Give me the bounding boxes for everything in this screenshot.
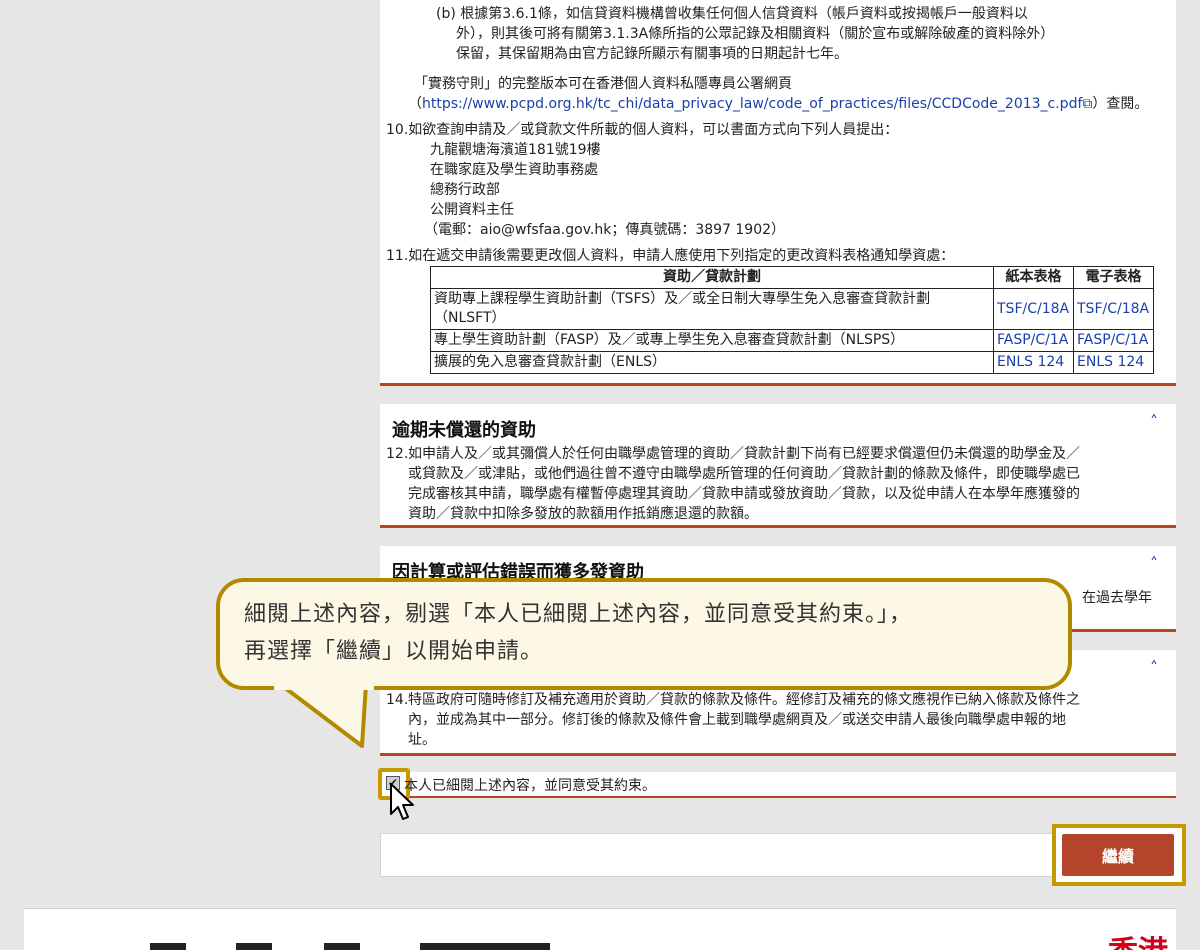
continue-button[interactable]: 繼續 bbox=[1062, 834, 1174, 876]
instruction-line-1: 細閱上述內容，剔選「本人已細閱上述內容，並同意受其約束。」， bbox=[244, 602, 913, 627]
item-b-line3: 保留，其保留期為由官方記錄所顯示有關事項的日期起計七年。 bbox=[456, 46, 848, 62]
table-header-row: 資助／貸款計劃 紙本表格 電子表格 bbox=[430, 266, 1154, 289]
item-number: 14. bbox=[386, 692, 409, 708]
mouse-cursor-icon bbox=[390, 783, 414, 820]
address-line-2: 在職家庭及學生資助事務處 bbox=[430, 162, 598, 178]
footer: 香港 bbox=[24, 908, 1176, 950]
hong-kong-logo: 香港 bbox=[1108, 927, 1168, 950]
collapse-chevron-icon[interactable]: ˄ bbox=[1150, 554, 1158, 573]
electronic-form-link[interactable]: FASP/C/1A bbox=[1073, 329, 1154, 352]
footer-logo-fragment bbox=[236, 943, 272, 950]
paper-form-link[interactable]: TSF/C/18A bbox=[993, 288, 1074, 330]
overdue-section-body: 12.如申請人及／或其彌償人於任何由職學處管理的資助／貸款計劃下尚有已經要求償還… bbox=[386, 444, 1162, 524]
paper-form-link[interactable]: FASP/C/1A bbox=[993, 329, 1074, 352]
address-line-3: 總務行政部 bbox=[430, 182, 500, 198]
scheme-cell: 資助專上課程學生資助計劃（TSFS）及／或全日制大專學生免入息審查貸款計劃（NL… bbox=[430, 288, 994, 330]
scheme-cell: 擴展的免入息審查貸款計劃（ENLS） bbox=[430, 351, 994, 374]
table-row: 擴展的免入息審查貸款計劃（ENLS） ENLS 124 ENLS 124 bbox=[430, 351, 1154, 374]
amendment-line-3: 址。 bbox=[408, 732, 436, 748]
overpayment-partial-text: 在過去學年 bbox=[1082, 590, 1152, 606]
amendment-line-2: 內，並成為其中一部分。修訂後的條款及條件會上載到職學處網頁及／或送交申請人最後向… bbox=[408, 712, 1066, 728]
table-row: 資助專上課程學生資助計劃（TSFS）及／或全日制大專學生免入息審查貸款計劃（NL… bbox=[430, 288, 1154, 330]
item-b-line1: (b) 根據第3.6.1條，如信貸資料機構曾收集任何個人信貸資料（帳戶資料或按揭… bbox=[436, 6, 1028, 22]
overdue-line-2: 或貸款及／或津貼，或他們過往曾不遵守由職學處所管理的任何資助／貸款計劃的條款及條… bbox=[408, 466, 1080, 482]
paper-form-link[interactable]: ENLS 124 bbox=[993, 351, 1074, 374]
instruction-text: 細閱上述內容，剔選「本人已細閱上述內容，並同意受其約束。」， 再選擇「繼續」以開… bbox=[244, 596, 1054, 670]
code-of-practice-link-line: （https://www.pcpd.org.hk/tc_chi/data_pri… bbox=[408, 94, 1148, 114]
bubble-tail-cover bbox=[274, 682, 374, 690]
external-link-icon: ⧉ bbox=[1082, 96, 1093, 112]
overdue-section-title: 逾期未償還的資助 bbox=[392, 420, 536, 441]
footer-logo-fragment bbox=[324, 943, 360, 950]
address-line-1: 九龍觀塘海濱道181號19樓 bbox=[430, 142, 601, 158]
bubble-tail-icon bbox=[278, 684, 368, 748]
form-table: 資助／貸款計劃 紙本表格 電子表格 資助專上課程學生資助計劃（TSFS）及／或全… bbox=[430, 266, 1154, 374]
item-11: 11.如在遞交申請後需要更改個人資料，申請人應使用下列指定的更改資料表格通知學資… bbox=[386, 248, 955, 264]
scheme-cell: 專上學生資助計劃（FASP）及／或專上學生免入息審查貸款計劃（NLSPS） bbox=[430, 329, 994, 352]
item-number: 12. bbox=[386, 446, 409, 462]
contact-line: （電郵：aio@wfsfaa.gov.hk；傳真號碼：3897 1902） bbox=[424, 222, 786, 238]
code-of-practice-link[interactable]: https://www.pcpd.org.hk/tc_chi/data_priv… bbox=[422, 96, 1082, 112]
privacy-notice-section: (b) 根據第3.6.1條，如信貸資料機構曾收集任何個人信貸資料（帳戶資料或按揭… bbox=[380, 0, 1176, 386]
overdue-line-3: 完成審核其申請，職學處有權暫停處理其資助／貸款申請或發放資助／貸款，以及從申請人… bbox=[408, 486, 1080, 502]
instruction-line-2: 再選擇「繼續」以開始申請。 bbox=[244, 639, 544, 664]
address-line-4: 公開資料主任 bbox=[430, 202, 514, 218]
overdue-line-1: 如申請人及／或其彌償人於任何由職學處管理的資助／貸款計劃下尚有已經要求償還但仍未… bbox=[408, 446, 1080, 462]
table-header-paper: 紙本表格 bbox=[993, 266, 1074, 289]
item-b-line2: 外），則其後可將有關第3.1.3A條所指的公眾記錄及相關資料（關於宣布或解除破產… bbox=[456, 26, 1055, 42]
amendment-section-body: 14.特區政府可隨時修訂及補充適用於資助／貸款的條款及條件。經修訂及補充的條文應… bbox=[386, 690, 1162, 750]
table-header-scheme: 資助／貸款計劃 bbox=[430, 266, 994, 289]
agree-row: ✔ 本人已細閱上述內容，並同意受其約束。 bbox=[378, 768, 1176, 800]
footer-logo-fragment bbox=[150, 943, 186, 950]
item-10: 10.如欲查詢申請及／或貸款文件所載的個人資料，可以書面方式向下列人員提出： bbox=[386, 122, 899, 138]
overdue-line-4: 資助／貸款中扣除多發放的款額用作抵銷應退還的款額。 bbox=[408, 506, 758, 522]
agree-label[interactable]: 本人已細閱上述內容，並同意受其約束。 bbox=[404, 775, 656, 795]
code-of-practice-text: 「實務守則」的完整版本可在香港個人資料私隱專員公署網頁 bbox=[414, 76, 792, 92]
amendment-line-1: 特區政府可隨時修訂及補充適用於資助／貸款的條款及條件。經修訂及補充的條文應視作已… bbox=[408, 692, 1080, 708]
footer-logo-fragment bbox=[420, 943, 550, 950]
collapse-chevron-icon[interactable]: ˄ bbox=[1150, 412, 1158, 431]
open-paren: （ bbox=[408, 96, 422, 112]
table-row: 專上學生資助計劃（FASP）及／或專上學生免入息審查貸款計劃（NLSPS） FA… bbox=[430, 329, 1154, 352]
overdue-section: 逾期未償還的資助 ˄ 12.如申請人及／或其彌償人於任何由職學處管理的資助／貸款… bbox=[380, 404, 1176, 528]
code-suffix: ）查閱。 bbox=[1092, 96, 1149, 112]
collapse-chevron-icon[interactable]: ˄ bbox=[1150, 658, 1158, 677]
electronic-form-link[interactable]: ENLS 124 bbox=[1073, 351, 1154, 374]
table-header-electronic: 電子表格 bbox=[1073, 266, 1154, 289]
electronic-form-link[interactable]: TSF/C/18A bbox=[1073, 288, 1154, 330]
